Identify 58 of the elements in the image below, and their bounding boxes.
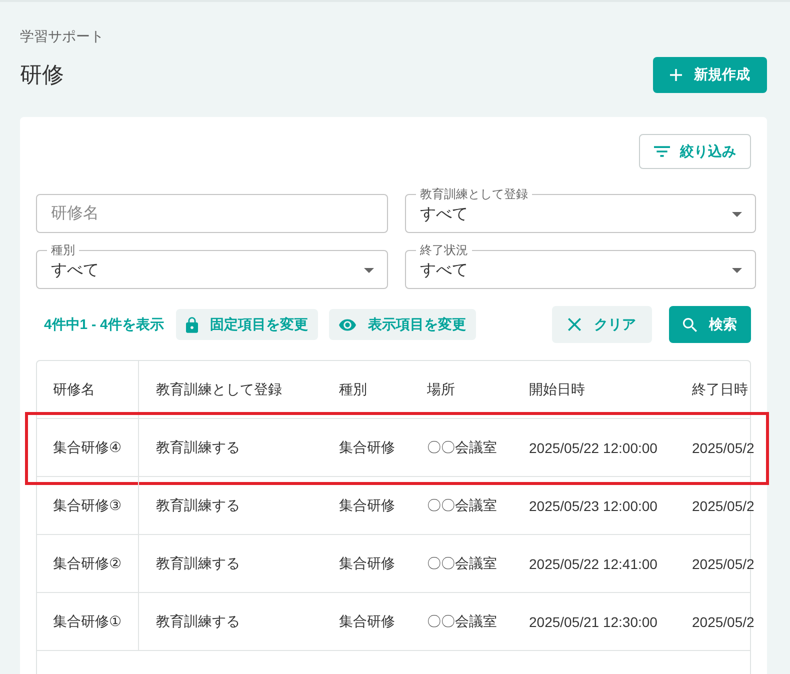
column-header: 開始日時 <box>528 380 586 398</box>
dropdown-caret-icon <box>732 212 742 216</box>
page-title: 研修 <box>20 61 64 89</box>
table-cell-text: 2025/05/2 <box>691 612 755 632</box>
field-label: 終了状況 <box>419 243 469 257</box>
table-cell: 集合研修① <box>37 593 139 650</box>
table-cell-text: 〇〇会議室 <box>426 612 498 630</box>
table-cell-text: 集合研修 <box>338 496 396 514</box>
dropdown-caret-icon <box>732 268 742 272</box>
create-button[interactable]: 新規作成 <box>653 57 767 93</box>
search-button[interactable]: 検索 <box>669 306 751 343</box>
breadcrumb: 学習サポート <box>20 27 104 45</box>
column-header: 場所 <box>426 380 456 398</box>
table-cell-text: 2025/05/23 12:00:00 <box>528 496 658 516</box>
table-cell-text: 集合研修 <box>338 554 396 572</box>
fixed-columns-button[interactable]: 固定項目を変更 <box>176 309 318 340</box>
table-cell-text: 教育訓練する <box>155 612 241 630</box>
visible-columns-button[interactable]: 表示項目を変更 <box>328 309 476 340</box>
table-cell-text: 集合研修 <box>338 612 396 630</box>
select-field[interactable]: 教育訓練として登録 すべて <box>405 187 756 233</box>
table-cell-text: 〇〇会議室 <box>426 496 498 514</box>
select-value: すべて <box>420 260 468 280</box>
table-cell-text: 2025/05/2 <box>691 438 755 458</box>
table-cell: 集合研修③ <box>37 477 139 534</box>
clear-button[interactable]: クリア <box>552 306 652 343</box>
select-field[interactable]: 種別 すべて <box>36 243 388 289</box>
table-cell-text: 〇〇会議室 <box>426 438 498 456</box>
table-cell-text: 集合研修 <box>338 438 396 456</box>
dropdown-caret-icon <box>364 268 374 272</box>
table-cell-text: 教育訓練する <box>155 496 241 514</box>
select-value: すべて <box>420 204 468 224</box>
filter-button[interactable]: 絞り込み <box>639 134 751 169</box>
field-label: 種別 <box>50 243 76 257</box>
search-icon <box>683 318 697 332</box>
select-value: すべて <box>51 260 99 280</box>
filter-icon <box>654 146 670 157</box>
table-cell-text: 教育訓練する <box>155 554 241 572</box>
table-cell-text: 2025/05/22 12:00:00 <box>528 438 658 458</box>
select-field[interactable]: 終了状況 すべて <box>405 243 756 289</box>
eye-icon <box>338 318 356 330</box>
table-cell-text: 2025/05/2 <box>691 496 755 516</box>
table-cell-text: 〇〇会議室 <box>426 554 498 572</box>
table-cell-text: 教育訓練する <box>155 438 241 456</box>
lock-icon <box>186 316 198 332</box>
column-header: 種別 <box>338 380 368 398</box>
field-label: 教育訓練として登録 <box>419 187 529 201</box>
table-cell-text: 2025/05/21 12:30:00 <box>528 612 658 632</box>
table-cell: 集合研修④ <box>37 419 139 476</box>
column-header: 研修名 <box>37 361 139 418</box>
plus-icon <box>670 69 682 81</box>
table-cell-text: 2025/05/22 12:41:00 <box>528 554 658 574</box>
column-header: 教育訓練として登録 <box>155 380 283 398</box>
close-icon <box>568 318 581 331</box>
table-cell: 集合研修② <box>37 535 139 592</box>
column-header: 終了日時 <box>691 380 749 398</box>
text-input-field[interactable]: 研修名 <box>36 194 388 233</box>
result-count: 4件中1 - 4件を表示 <box>44 316 164 334</box>
table-cell-text: 2025/05/2 <box>691 554 755 574</box>
